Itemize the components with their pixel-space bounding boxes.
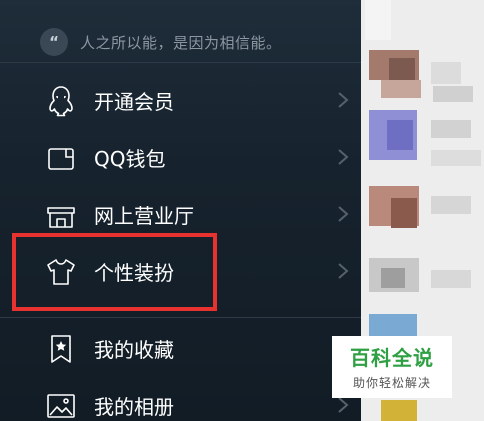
menu-item-favorites[interactable]: 我的收藏 (0, 322, 361, 374)
watermark-title: 百科全说 (350, 346, 434, 370)
chevron-right-icon (338, 397, 349, 413)
watermark-logo: 百科全说 助你轻松解决 (332, 336, 452, 398)
divider (0, 317, 361, 318)
signature-row[interactable]: “ 人之所以能，是因为相信能。 (40, 27, 282, 57)
side-drawer: “ 人之所以能，是因为相信能。 开通会员 QQ钱包 网上营业厅 个性装扮 我的收… (0, 0, 361, 421)
chevron-right-icon (338, 263, 349, 279)
menu-item-album[interactable]: 我的相册 (0, 379, 361, 421)
photo-icon (47, 394, 75, 418)
signature-text: 人之所以能，是因为相信能。 (80, 33, 282, 52)
menu-item-wallet[interactable]: QQ钱包 (0, 131, 361, 183)
quote-icon: “ (40, 28, 68, 56)
menu-label: 开通会员 (94, 89, 174, 114)
menu-label: 我的相册 (94, 394, 174, 419)
divider (0, 62, 361, 63)
menu-label: 网上营业厅 (94, 203, 194, 228)
bookmark-star-icon (51, 335, 71, 363)
chevron-right-icon (338, 206, 349, 222)
menu-label: QQ钱包 (94, 146, 166, 171)
highlight-box (12, 233, 217, 311)
storefront-icon (47, 207, 75, 228)
chevron-right-icon (338, 149, 349, 165)
penguin-icon (49, 86, 73, 117)
watermark-subtitle: 助你轻松解决 (352, 376, 431, 390)
wallet-icon (48, 148, 74, 170)
menu-item-vip[interactable]: 开通会员 (0, 74, 361, 126)
chevron-right-icon (338, 92, 349, 108)
menu-label: 我的收藏 (94, 337, 174, 362)
